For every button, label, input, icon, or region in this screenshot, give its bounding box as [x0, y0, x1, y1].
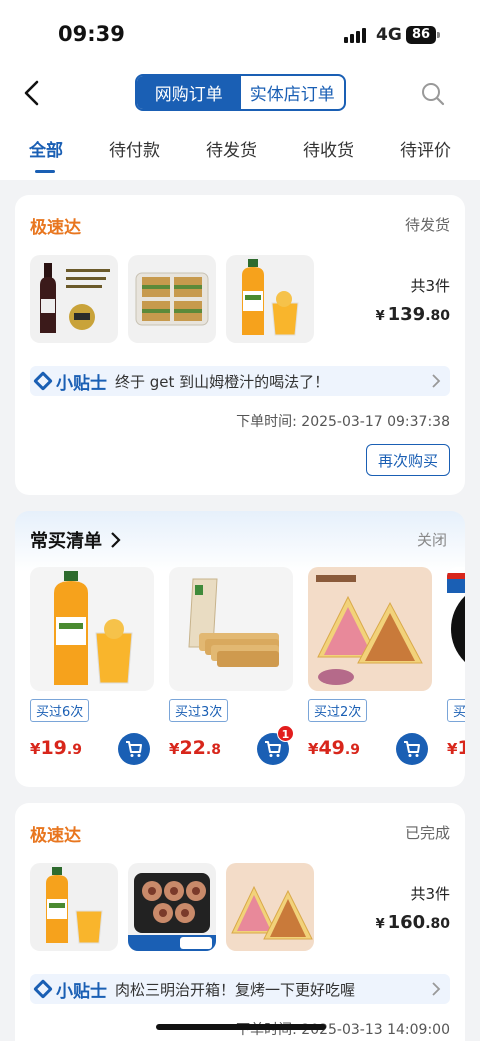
add-to-cart-button[interactable]	[396, 733, 428, 765]
order-type-switch: 网购订单 实体店订单	[135, 74, 346, 111]
cart-icon	[126, 741, 142, 757]
product-card: 买过6次 ¥19.9	[30, 567, 154, 765]
tab-pending-review[interactable]: 待评价	[400, 136, 451, 161]
product-thumbnail-pork-rolls[interactable]	[128, 863, 216, 951]
home-indicator[interactable]	[156, 1024, 326, 1030]
product-card: 买 ¥1	[447, 567, 465, 759]
segment-online-orders[interactable]: 网购订单	[137, 76, 241, 109]
order-total: 共3件 ¥139.80	[376, 275, 450, 325]
signal-icon	[344, 28, 366, 43]
frequent-list-title[interactable]: 常买清单	[30, 527, 124, 553]
status-time: 09:39	[58, 22, 125, 46]
order-card[interactable]: 极速达 已完成 共3件 ¥ 160.80 小贴士 肉松三明治开箱！复烤一下更好吃…	[15, 803, 465, 1041]
product-thumbnail-orange-juice[interactable]	[226, 255, 314, 343]
tab-pending-payment[interactable]: 待付款	[109, 136, 160, 161]
chevron-right-icon	[432, 374, 441, 388]
order-status: 已完成	[404, 824, 450, 842]
product-image-partial[interactable]	[447, 567, 465, 691]
product-price: ¥19.9	[30, 737, 82, 759]
purchase-count: 买过2次	[308, 699, 368, 722]
add-to-cart-button[interactable]	[118, 733, 150, 765]
chevron-right-icon	[111, 532, 121, 548]
battery-tip	[437, 32, 440, 38]
chevron-right-icon	[432, 982, 441, 996]
product-image-sandwich[interactable]	[308, 567, 432, 691]
product-card: 买过2次 ¥49.9	[308, 567, 432, 765]
tip-icon	[33, 371, 53, 391]
product-card: 买过3次 ¥22.8 1	[169, 567, 294, 765]
cart-icon	[265, 741, 281, 757]
purchase-count: 买过3次	[169, 699, 229, 722]
search-icon[interactable]	[420, 81, 446, 107]
battery-icon: 86	[406, 26, 436, 44]
tip-badge: 小贴士	[33, 369, 107, 394]
tip-badge: 小贴士	[33, 977, 107, 1002]
tab-all[interactable]: 全部	[29, 136, 63, 161]
tip-text: 终于 get 到山姆橙汁的喝法了！	[115, 372, 330, 391]
product-price: ¥49.9	[308, 737, 360, 759]
purchase-count: 买过6次	[30, 699, 90, 722]
item-thumbnails	[30, 863, 314, 951]
product-thumbnail-orange-juice[interactable]	[30, 863, 118, 951]
frequent-list-card: 常买清单 关闭 买过6次 ¥19.9 买过3次 ¥22.8 1 买过2次 ¥49…	[15, 511, 465, 787]
order-status: 待发货	[404, 216, 450, 234]
order-time: 下单时间: 2025-03-17 09:37:38	[236, 414, 450, 430]
close-list-button[interactable]: 关闭	[417, 529, 447, 550]
cart-icon	[404, 741, 420, 757]
order-price: ¥160.80	[375, 912, 450, 933]
item-count: 共3件	[410, 277, 450, 295]
rebuy-button[interactable]: 再次购买	[366, 444, 450, 476]
back-icon[interactable]	[18, 78, 48, 108]
tip-banner[interactable]: 小贴士 终于 get 到山姆橙汁的喝法了！	[30, 366, 450, 396]
order-price: ¥139.80	[375, 304, 450, 325]
product-price: ¥1	[447, 737, 465, 759]
product-image-orange-juice[interactable]	[30, 567, 154, 691]
tab-underline	[35, 170, 55, 173]
item-thumbnails	[30, 255, 314, 343]
tip-banner[interactable]: 小贴士 肉松三明治开箱！复烤一下更好吃喔	[30, 974, 450, 1004]
segment-store-orders[interactable]: 实体店订单	[241, 76, 345, 109]
order-total: 共3件 ¥160.80	[376, 883, 450, 933]
product-image-sliced-bread[interactable]	[169, 567, 293, 691]
header: 网购订单 实体店订单 全部 待付款 待发货 待收货 待评价	[0, 64, 480, 180]
tip-icon	[33, 979, 53, 999]
product-price: ¥22.8	[169, 737, 221, 759]
store-name: 极速达	[30, 218, 81, 238]
product-thumbnail-sandwich[interactable]	[128, 255, 216, 343]
product-carousel[interactable]: 买过6次 ¥19.9 买过3次 ¥22.8 1 买过2次 ¥49.9 买 ¥1	[30, 567, 465, 777]
item-count: 共3件	[410, 885, 450, 903]
tip-text: 肉松三明治开箱！复烤一下更好吃喔	[115, 980, 356, 999]
cart-badge: 1	[277, 725, 294, 742]
purchase-count: 买	[447, 699, 465, 722]
product-thumbnail-sandwich[interactable]	[226, 863, 314, 951]
order-card[interactable]: 极速达 待发货 共3件 ¥ 139.80 小贴士 终于 get 到山姆橙汁的喝法…	[15, 195, 465, 495]
status-bar: 09:39 4G 86	[0, 0, 480, 64]
tab-pending-receipt[interactable]: 待收货	[303, 136, 354, 161]
product-thumbnail-wine[interactable]	[30, 255, 118, 343]
network-label: 4G	[376, 25, 402, 45]
store-name: 极速达	[30, 826, 81, 846]
tab-pending-shipment[interactable]: 待发货	[206, 136, 257, 161]
